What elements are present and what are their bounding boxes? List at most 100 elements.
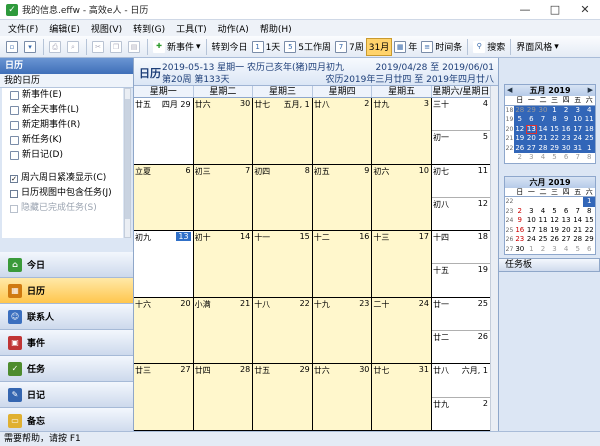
menu-goto[interactable]: 转到(G) [133,22,165,35]
cut-button[interactable]: ✂ [90,38,108,56]
mini-day[interactable] [537,197,549,207]
mini-day[interactable]: 7 [572,153,584,163]
menu-action[interactable]: 动作(A) [218,22,249,35]
mini-day[interactable]: 16 [560,124,572,134]
mini-day[interactable]: 5 [549,153,561,163]
mini-day[interactable]: 26 [514,143,526,153]
mini-day[interactable]: 2 [560,105,572,115]
sunday-cell[interactable]: 廿九 2 [432,398,490,430]
calendar-scrollbar[interactable] [490,86,498,431]
mini-calendar-may[interactable]: 五月 2019 ◀ ▶ 日一二三四五六 18 28 29 30 1 2 3 4 19 5 6 7 8 9 10 11 2… [504,84,596,164]
mini-day[interactable]: 4 [537,153,549,163]
mini-day[interactable]: 8 [583,207,595,217]
day-cell[interactable]: 十九 23 [312,297,373,364]
mini-day[interactable]: 2 [537,245,549,255]
day-cell[interactable]: 十二 16 [312,231,373,297]
mini-day[interactable]: 4 [583,105,596,115]
day-cell[interactable]: 十三 17 [372,231,432,297]
menu-view[interactable]: 视图(V) [91,22,122,35]
mini-day[interactable]: 22 [583,226,595,236]
mini-day[interactable]: 20 [525,134,538,144]
mini-day[interactable]: 1 [583,197,596,207]
timeline-button[interactable]: ≡ 时间条 [419,38,464,56]
mini-day[interactable]: 30 [514,245,526,255]
mini-day[interactable]: 10 [526,216,538,226]
mini-day[interactable]: 5 [514,115,526,125]
mini-day[interactable]: 8 [548,115,561,125]
saturday-cell[interactable]: 廿八 六月, 1 [431,364,490,398]
sunday-cell[interactable]: 初一 5 [432,131,490,163]
prev-month-icon[interactable]: ◀ [507,85,512,96]
mini-day[interactable]: 29 [548,143,561,153]
week-view-button[interactable]: 7 7周 [333,38,366,56]
mini-day[interactable]: 3 [526,153,538,163]
day-cell[interactable]: 十六 20 [134,297,194,364]
month-view-button[interactable]: 31月 [365,37,393,56]
mini-day[interactable]: 5 [572,245,584,255]
mini-day[interactable]: 25 [537,235,549,245]
menu-file[interactable]: 文件(F) [8,22,38,35]
create-diary[interactable]: 新日记(D) [2,148,123,163]
mini-day[interactable] [526,197,538,207]
sunday-cell[interactable]: 廿二 26 [432,331,490,363]
day-cell[interactable]: 初九 13 [134,231,194,297]
day-cell[interactable]: 廿三 27 [134,364,194,430]
mini-day[interactable]: 30 [537,105,549,115]
day-cell[interactable]: 廿八 2 [312,98,373,164]
mini-day[interactable]: 6 [560,153,572,163]
mini-day[interactable]: 7 [572,207,584,217]
create-recurring-event[interactable]: 新定期事件(R) [2,118,123,133]
mini-day[interactable] [514,197,526,207]
menu-edit[interactable]: 编辑(E) [49,22,80,35]
nav-today[interactable]: ⌂ 今日 [0,252,133,278]
day-cell[interactable]: 初六 10 [372,164,432,231]
day-cell[interactable]: 立夏 6 [134,164,194,231]
mini-day[interactable]: 11 [583,115,596,125]
day-cell[interactable]: 廿七 五月, 1 [253,98,313,164]
mini-day[interactable]: 28 [537,143,549,153]
mini-day[interactable]: 23 [560,134,572,144]
mini-day[interactable]: 17 [571,124,584,134]
mini-day[interactable]: 17 [526,226,538,236]
mini-day[interactable]: 24 [571,134,584,144]
mini-day[interactable]: 6 [560,207,572,217]
scroll-thumb[interactable] [125,99,130,219]
mini-day[interactable]: 27 [560,235,572,245]
mini-day[interactable]: 28 [514,105,526,115]
saturday-cell[interactable]: 三十 4 [431,98,490,132]
checkbox[interactable] [10,204,18,213]
nav-events[interactable]: ▣ 事件 [0,330,133,356]
task-board-header[interactable]: 任务板 [498,258,600,272]
mini-day[interactable]: 25 [583,134,596,144]
paste-button[interactable]: ▤ [126,38,144,56]
mini-day[interactable]: 9 [514,216,526,226]
mini-day[interactable]: 1 [526,245,538,255]
mini-day[interactable]: 3 [571,105,584,115]
mini-day[interactable]: 27 [525,143,538,153]
day-cell[interactable]: 廿五 四月 29 [134,98,194,164]
mini-day[interactable]: 7 [537,115,549,125]
mini-day[interactable]: 18 [583,124,596,134]
mini-day[interactable] [572,197,584,207]
mini-day[interactable]: 15 [548,124,561,134]
option-hide-completed[interactable]: 隐藏已完成任务(S) [2,201,123,216]
day-cell[interactable]: 廿六 30 [193,98,254,164]
mini-day[interactable]: 1 [583,143,596,153]
mini-day[interactable]: 14 [572,216,584,226]
mini-day[interactable]: 26 [549,235,561,245]
mini-day[interactable]: 4 [560,245,572,255]
year-view-button[interactable]: ▦ 年 [392,38,419,56]
nav-diary[interactable]: ✎ 日记 [0,382,133,408]
saturday-cell[interactable]: 十四 18 [431,231,490,265]
mini-day[interactable]: 12 [514,124,526,134]
mini-day[interactable]: 6 [583,245,595,255]
sunday-cell[interactable]: 十五 19 [432,264,490,296]
day-cell[interactable]: 二十 24 [372,297,432,364]
day-cell[interactable]: 廿六 30 [312,364,373,430]
preview-button[interactable]: ⌕ [65,38,83,56]
mini-day[interactable]: 13 [525,124,538,134]
mini-day[interactable]: 12 [549,216,561,226]
mini-day[interactable]: 31 [571,143,584,153]
new-item-button[interactable]: ✚ 新事件 ▾ [151,38,203,56]
create-task[interactable]: 新任务(K) [2,133,123,148]
